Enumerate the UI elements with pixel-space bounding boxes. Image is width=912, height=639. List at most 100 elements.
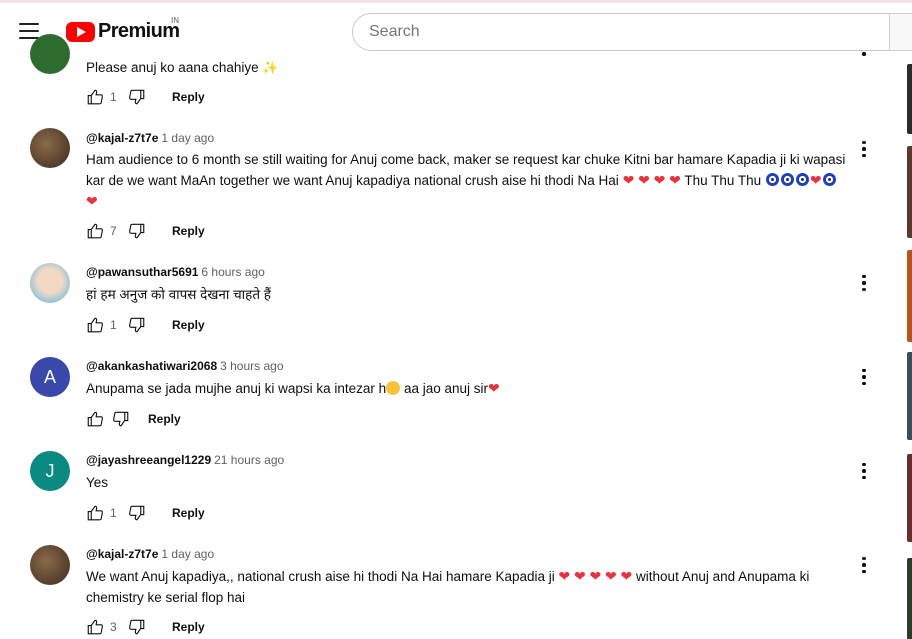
thumbnail[interactable] (907, 250, 912, 342)
thumbs-up-icon[interactable] (86, 222, 104, 240)
reply-button[interactable]: Reply (172, 506, 205, 520)
thumbs-down-icon[interactable] (128, 504, 146, 522)
comment-header: @kajal-z7t7e 1 day ago (86, 547, 214, 561)
like-count: 1 (110, 90, 117, 104)
comment-text-content: aa jao anuj sir (403, 381, 488, 396)
heart-emoji: ❤ (488, 380, 500, 396)
more-vert-icon[interactable] (858, 461, 870, 481)
nazar-amulet-emoji (780, 173, 794, 186)
like-count: 3 (110, 620, 117, 634)
comment-text: Anupama se jada mujhe anuj ki wapsi ka i… (86, 378, 846, 399)
thumbs-down-icon[interactable] (112, 410, 130, 428)
hamburger-icon[interactable] (19, 23, 39, 39)
logo-text: Premium (98, 20, 180, 42)
thumbs-down-icon[interactable] (128, 618, 146, 636)
avatar[interactable]: A (30, 357, 70, 397)
thumbs-up-icon[interactable] (86, 88, 104, 106)
comment-actions: 1 Reply (86, 503, 205, 523)
comment-header: @akankashatiwari2068 3 hours ago (86, 359, 284, 373)
reply-button[interactable]: Reply (172, 224, 205, 238)
comment-header: @jayashreeangel1229 21 hours ago (86, 453, 284, 467)
avatar[interactable] (30, 545, 70, 585)
comment-actions: 1 Reply (86, 315, 205, 335)
like-count: 7 (110, 224, 117, 238)
comment-actions: Reply (86, 409, 181, 429)
thumbnail[interactable] (907, 64, 912, 134)
more-vert-icon[interactable] (858, 273, 870, 293)
comment-text-content: हां हम अनुज को वापस देखना चाहते हैं (86, 287, 271, 302)
avatar[interactable] (30, 263, 70, 303)
search-input[interactable] (353, 14, 892, 50)
thumbnail[interactable] (907, 558, 912, 639)
comment-text: हां हम अनुज को वापस देखना चाहते हैं (86, 284, 846, 305)
search-box[interactable] (352, 13, 892, 51)
heart-emoji: ❤ (809, 172, 822, 188)
heart-emoji: ❤ (589, 568, 602, 584)
comment-text-tail: Thu Thu Thu (684, 173, 762, 188)
more-vert-icon[interactable] (858, 367, 870, 387)
thumbs-down-icon[interactable] (128, 222, 146, 240)
thumbs-up-icon[interactable] (86, 316, 104, 334)
thumbs-up-icon[interactable] (86, 504, 104, 522)
thumbs-up-icon[interactable] (86, 618, 104, 636)
comment-actions: 1 Reply (86, 87, 205, 107)
comment-time[interactable]: 1 day ago (161, 131, 214, 145)
comment-header: @pawansuthar5691 6 hours ago (86, 265, 265, 279)
youtube-play-icon (66, 21, 95, 42)
comment-text-content: Yes (86, 475, 109, 490)
avatar[interactable] (30, 128, 70, 168)
comment-header: @kajal-z7t7e 1 day ago (86, 131, 214, 145)
heart-emoji: ❤ (638, 172, 650, 188)
reply-button[interactable]: Reply (172, 90, 205, 104)
laughing-emoji (386, 381, 401, 395)
comment-author[interactable]: @jayashreeangel1229 (86, 453, 211, 467)
top-border (0, 0, 912, 3)
thumbs-up-icon[interactable] (86, 410, 104, 428)
thumbs-down-icon[interactable] (128, 316, 146, 334)
heart-emoji: ❤ (558, 568, 571, 584)
more-vert-icon[interactable] (858, 48, 870, 60)
comment-time[interactable]: 21 hours ago (214, 453, 284, 467)
sparkles-emoji: ✨ (262, 60, 279, 75)
comment-actions: 3 Reply (86, 617, 205, 637)
more-vert-icon[interactable] (858, 555, 870, 575)
comment-text: Ham audience to 6 month se still waiting… (86, 149, 846, 212)
nazar-amulet-emoji (822, 173, 836, 186)
comment-author[interactable]: @kajal-z7t7e (86, 131, 158, 145)
more-vert-icon[interactable] (858, 139, 870, 159)
country-code: IN (171, 16, 179, 25)
heart-emoji: ❤ (574, 568, 586, 584)
heart-emoji: ❤ (622, 172, 635, 188)
thumbnail[interactable] (907, 352, 912, 440)
comment-text: We want Anuj kapadiya,, national crush a… (86, 566, 846, 608)
heart-emoji: ❤ (669, 172, 681, 188)
comment-time[interactable]: 1 day ago (161, 547, 214, 561)
reply-button[interactable]: Reply (172, 620, 205, 634)
like-count: 1 (110, 506, 117, 520)
avatar[interactable]: J (30, 451, 70, 491)
comment-author[interactable]: @pawansuthar5691 (86, 265, 198, 279)
comment-author[interactable]: @akankashatiwari2068 (86, 359, 217, 373)
youtube-premium-logo[interactable]: Premium IN (66, 16, 180, 43)
comment-time[interactable]: 6 hours ago (201, 265, 264, 279)
reply-button[interactable]: Reply (172, 318, 205, 332)
avatar[interactable] (30, 34, 70, 74)
nazar-amulet-emoji (795, 173, 809, 186)
thumbnail[interactable] (907, 146, 912, 238)
heart-emoji: ❤ (620, 568, 633, 584)
comment-time[interactable]: 3 hours ago (220, 359, 283, 373)
search-button[interactable] (889, 13, 912, 51)
thumbnail[interactable] (907, 454, 912, 542)
comment-text-content: Please anuj ko aana chahiye (86, 60, 259, 75)
heart-emoji: ❤ (653, 172, 666, 188)
comment-author[interactable]: @kajal-z7t7e (86, 547, 158, 561)
heart-emoji: ❤ (605, 568, 617, 584)
heart-emoji: ❤ (86, 193, 98, 209)
related-videos-strip (907, 60, 912, 639)
comment-text-content: We want Anuj kapadiya,, national crush a… (86, 569, 555, 584)
thumbs-down-icon[interactable] (128, 88, 146, 106)
comment-text: Yes (86, 472, 846, 493)
top-bar: Premium IN (0, 0, 912, 60)
comment-text-content: Anupama se jada mujhe anuj ki wapsi ka i… (86, 381, 387, 396)
reply-button[interactable]: Reply (148, 412, 181, 426)
